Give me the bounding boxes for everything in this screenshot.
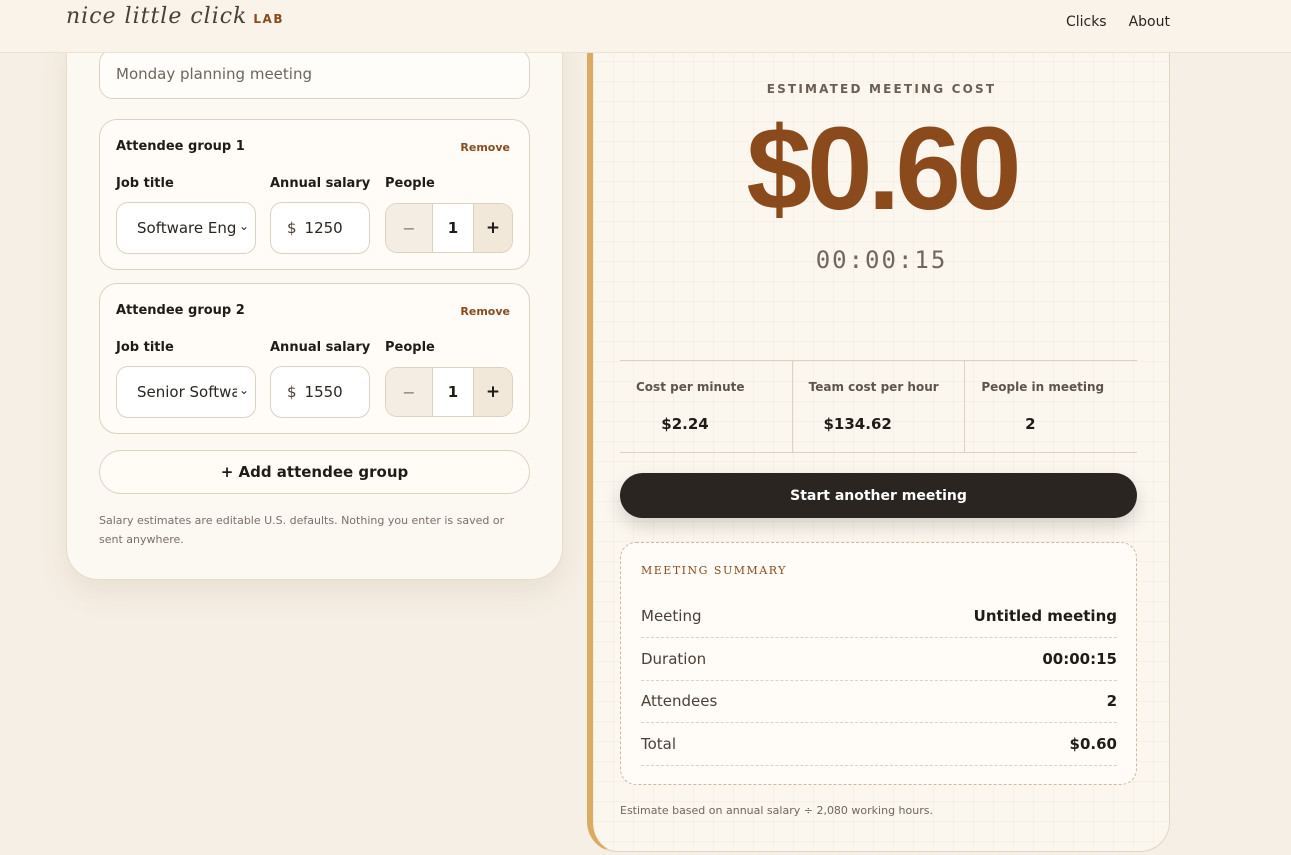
start-another-meeting-button[interactable]: Start another meeting [620,473,1137,518]
meeting-name-input[interactable] [99,49,530,99]
annual-salary-label: Annual salary [270,340,371,355]
people-label: People [385,176,435,191]
nav-link-about[interactable]: About [1129,14,1170,30]
add-attendee-group-button[interactable]: + Add attendee group [99,450,530,494]
job-title-value: Software Engineer [137,219,237,237]
increment-button[interactable]: + [474,368,512,416]
decrement-button[interactable]: − [386,204,432,252]
stat-team-cost-per-hour: Team cost per hour $134.62 [793,361,966,452]
meeting-timer: 00:00:15 [815,246,948,274]
summary-row-total: Total $0.60 [641,723,1117,766]
nav-link-clicks[interactable]: Clicks [1066,14,1107,30]
summary-label: Meeting [641,607,702,625]
summary-value: 2 [1106,692,1117,710]
stat-value: $134.62 [823,415,892,433]
logo[interactable]: nice little click LAB [66,4,284,29]
chevron-down-icon: ⌄ [238,383,249,397]
stat-label: Team cost per hour [808,380,939,394]
summary-value: 00:00:15 [1042,650,1117,668]
stat-value: 2 [1025,415,1036,433]
annual-salary-input[interactable]: $ 1550 [270,366,370,418]
summary-value: $0.60 [1069,735,1117,753]
decrement-button[interactable]: − [386,368,432,416]
attendee-group-2: Attendee group 2 Remove Job title Annual… [99,283,530,434]
summary-row-meeting: Meeting Untitled meeting [641,595,1117,638]
chevron-down-icon: ⌄ [238,219,249,233]
cost-stats: Cost per minute $2.24 Team cost per hour… [620,360,1137,453]
summary-row-attendees: Attendees 2 [641,680,1117,723]
annual-salary-input[interactable]: $ 1250 [270,202,370,254]
attendee-group-title: Attendee group 1 [116,139,245,154]
stat-value: $2.24 [661,415,709,433]
main-nav: Clicks About [1066,14,1170,30]
stat-label: Cost per minute [636,380,745,394]
remove-group-button[interactable]: Remove [460,305,510,318]
attendee-group-1: Attendee group 1 Remove Job title Annual… [99,119,530,270]
job-title-label: Job title [116,176,174,191]
job-title-select[interactable]: Senior Software Engineer ⌄ [116,366,256,418]
people-count[interactable]: 1 [432,368,474,416]
people-label: People [385,340,435,355]
estimate-footnote: Estimate based on annual salary ÷ 2,080 … [620,804,933,817]
summary-label: Duration [641,650,707,668]
job-title-label: Job title [116,340,174,355]
increment-button[interactable]: + [474,204,512,252]
attendee-group-title: Attendee group 2 [116,303,245,318]
stat-label: People in meeting [981,380,1105,394]
summary-label: Total [641,735,677,753]
salary-value: 1250 [304,219,343,237]
stat-people-in-meeting: People in meeting 2 [965,361,1137,452]
job-title-select[interactable]: Software Engineer ⌄ [116,202,256,254]
meeting-cost-value: $0.60 [746,103,1021,235]
summary-title: MEETING SUMMARY [641,564,787,577]
annual-salary-label: Annual salary [270,176,371,191]
results-card: ESTIMATED MEETING COST $0.60 00:00:15 Co… [587,20,1170,852]
people-count[interactable]: 1 [432,204,474,252]
top-bar: nice little click LAB Clicks About [0,0,1291,53]
stat-cost-per-minute: Cost per minute $2.24 [620,361,793,452]
salary-value: 1550 [304,383,343,401]
remove-group-button[interactable]: Remove [460,141,510,154]
job-title-value: Senior Software Engineer [137,383,237,401]
people-stepper: − 1 + [385,203,513,253]
people-stepper: − 1 + [385,367,513,417]
currency-symbol: $ [287,383,297,401]
summary-value: Untitled meeting [973,607,1117,625]
estimated-cost-label: ESTIMATED MEETING COST [766,82,997,96]
logo-text: nice little click [66,4,248,29]
salary-disclaimer: Salary estimates are editable U.S. defau… [99,514,505,546]
currency-symbol: $ [287,219,297,237]
summary-row-duration: Duration 00:00:15 [641,638,1117,681]
summary-label: Attendees [641,692,718,710]
meeting-summary: MEETING SUMMARY Meeting Untitled meeting… [620,542,1137,785]
logo-suffix: LAB [253,12,284,26]
